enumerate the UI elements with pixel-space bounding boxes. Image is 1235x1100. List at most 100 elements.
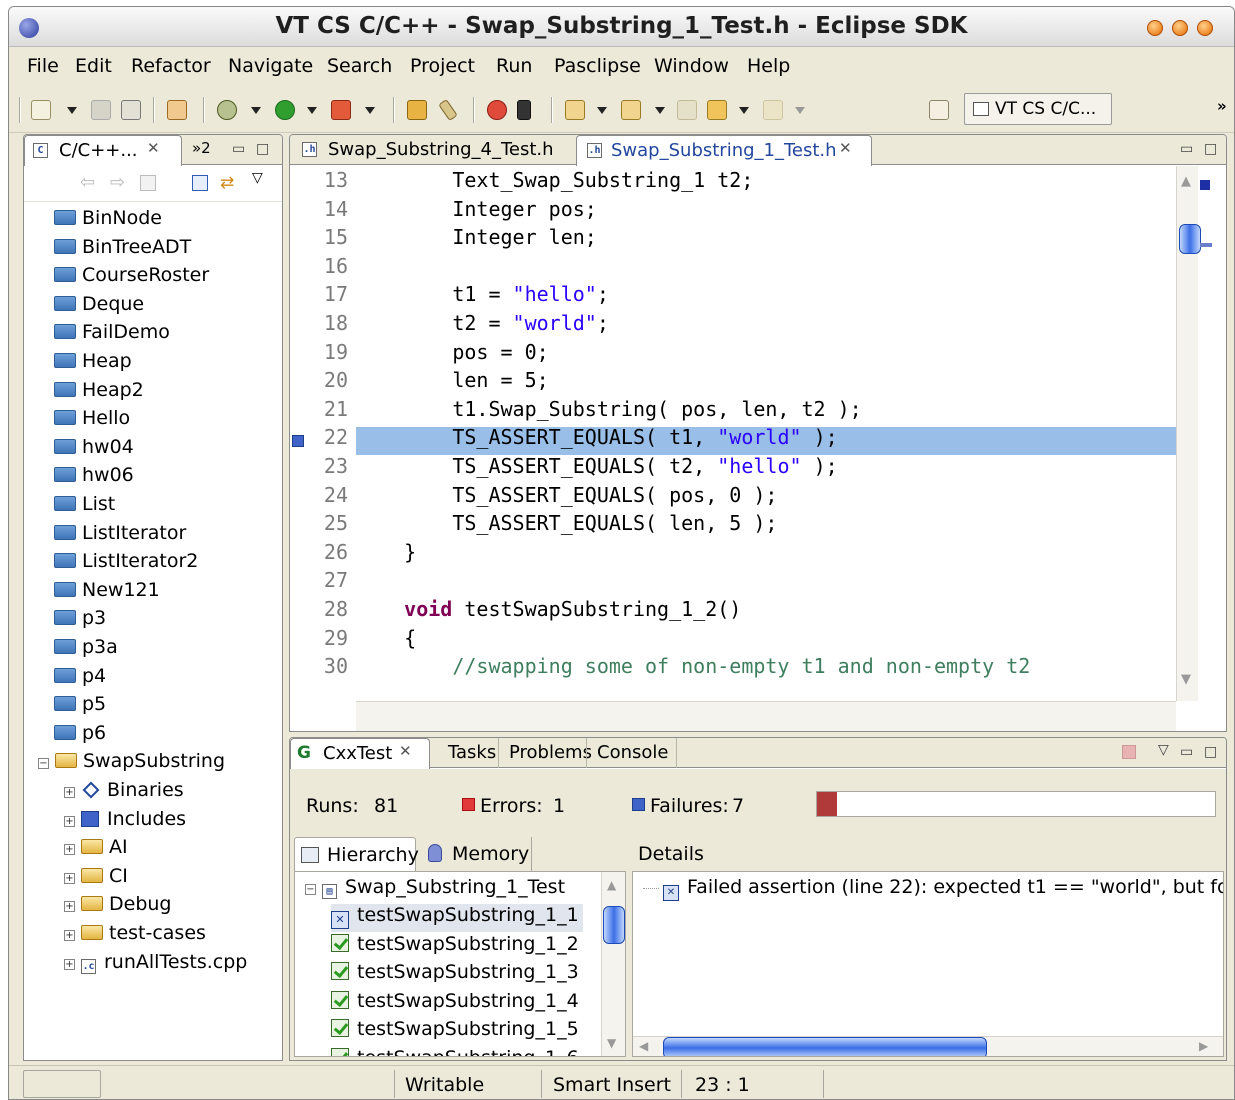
code-line[interactable]: t2 = "world"; — [356, 311, 609, 335]
code-line[interactable]: } — [356, 540, 416, 564]
code-line[interactable]: pos = 0; — [356, 340, 548, 364]
maximize-view-icon[interactable]: □ — [1204, 141, 1217, 157]
previous-annotation-icon[interactable] — [621, 100, 641, 120]
tree-item-project[interactable]: Hello — [54, 407, 130, 435]
tree-item-project[interactable]: Heap — [54, 350, 132, 378]
menu-navigate[interactable]: Navigate — [228, 55, 313, 77]
tree-item-child[interactable]: + .c runAllTests.cpp — [64, 951, 247, 979]
tree-item-project[interactable]: CourseRoster — [54, 264, 209, 292]
code-line[interactable]: Text_Swap_Substring_1 t2; — [356, 168, 753, 192]
tree-item-project[interactable]: hw06 — [54, 464, 134, 492]
test-row[interactable]: testSwapSubstring_1_4 — [331, 990, 579, 1018]
menu-help[interactable]: Help — [747, 55, 790, 77]
scroll-up-arrow-icon[interactable]: ▲ — [607, 878, 616, 892]
tree-item-open-project[interactable]: − SwapSubstring — [38, 750, 225, 778]
expand-icon[interactable]: + — [64, 958, 75, 970]
tree-item-project[interactable]: ListIterator2 — [54, 550, 198, 578]
run-dropdown-icon[interactable] — [307, 107, 317, 114]
tree-item-child[interactable]: + Includes — [64, 808, 186, 836]
collapse-all-icon[interactable] — [192, 175, 208, 191]
collapse-icon[interactable]: − — [38, 758, 49, 770]
expand-icon[interactable]: + — [64, 930, 75, 941]
tab-tasks[interactable]: Tasks — [438, 738, 504, 768]
details-scroll-thumb[interactable] — [663, 1037, 987, 1056]
menu-file[interactable]: File — [27, 55, 59, 77]
back-dropdown-icon[interactable] — [739, 107, 749, 114]
tab-swap-substring-4-test[interactable]: .h Swap_Substring_4_Test.h — [294, 135, 570, 165]
editor-horizontal-scrollbar[interactable] — [356, 701, 1176, 731]
last-edit-icon[interactable] — [677, 100, 697, 120]
tree-item-project[interactable]: p3a — [54, 636, 118, 664]
hierarchy-scroll-thumb[interactable] — [603, 906, 625, 944]
code-line[interactable]: Integer len; — [356, 225, 597, 249]
link-editor-icon[interactable]: ⇄ — [220, 173, 234, 193]
expand-icon[interactable]: + — [64, 844, 75, 856]
new-dropdown-icon[interactable] — [67, 107, 77, 114]
expand-icon[interactable]: + — [64, 872, 75, 884]
view-overflow-label[interactable]: »2 — [192, 139, 211, 157]
tree-item-project[interactable]: p6 — [54, 722, 106, 750]
detail-row[interactable]: ✕ Failed assertion (line 22): expected t1… — [643, 876, 1223, 904]
overview-ruler-marker[interactable] — [1200, 180, 1210, 190]
scroll-left-arrow-icon[interactable]: ◀ — [639, 1039, 648, 1053]
minimize-button[interactable] — [1147, 20, 1163, 36]
open-perspective-icon[interactable] — [929, 100, 949, 120]
menu-project[interactable]: Project — [410, 55, 475, 77]
tab-hierarchy[interactable]: Hierarchy — [294, 837, 419, 871]
next-annotation-dropdown-icon[interactable] — [597, 107, 607, 114]
code-line[interactable]: TS_ASSERT_EQUALS( t1, "world" ); — [356, 425, 837, 449]
stop-icon[interactable] — [1122, 745, 1136, 759]
menu-window[interactable]: Window — [654, 55, 729, 77]
new-icon[interactable] — [31, 100, 51, 120]
close-button[interactable] — [1197, 20, 1213, 36]
code-line[interactable]: TS_ASSERT_EQUALS( len, 5 ); — [356, 511, 777, 535]
scroll-down-arrow-icon[interactable]: ▼ — [1181, 672, 1191, 687]
print-icon[interactable] — [121, 100, 141, 120]
scroll-up-arrow-icon[interactable]: ▲ — [1181, 174, 1191, 189]
view-menu-chevron-down-icon[interactable]: ▽ — [1158, 742, 1169, 758]
menu-run[interactable]: Run — [496, 55, 532, 77]
menu-search[interactable]: Search — [327, 55, 392, 77]
maximize-button[interactable] — [1172, 20, 1188, 36]
menu-pasclipse[interactable]: Pasclipse — [554, 55, 641, 77]
running-man-icon[interactable] — [517, 100, 531, 120]
back-arrow-icon[interactable]: ⇦ — [80, 172, 95, 193]
test-row[interactable]: testSwapSubstring_1_5 — [331, 1018, 579, 1046]
tab-cxxtest[interactable]: G CxxTest ✕ — [290, 738, 430, 769]
cxxtest-run-icon[interactable] — [487, 100, 507, 120]
tab-console[interactable]: Console — [586, 738, 678, 768]
tree-item-project[interactable]: New121 — [54, 579, 160, 607]
test-row[interactable]: testSwapSubstring_1_3 — [331, 961, 579, 989]
forward-arrow-icon[interactable]: ⇨ — [110, 172, 125, 193]
external-tools-icon[interactable] — [331, 100, 351, 120]
external-tools-dropdown-icon[interactable] — [365, 107, 375, 114]
close-icon[interactable]: ✕ — [839, 139, 852, 157]
code-line[interactable]: { — [356, 626, 416, 650]
run-icon[interactable] — [275, 100, 295, 120]
tree-item-child[interactable]: + Binaries — [64, 779, 184, 807]
perspective-switcher[interactable]: VT CS C/C... — [964, 93, 1112, 125]
overview-ruler-marker[interactable] — [1200, 243, 1212, 247]
expand-icon[interactable]: + — [64, 787, 75, 798]
close-icon[interactable]: ✕ — [147, 139, 160, 157]
home-icon[interactable] — [140, 175, 156, 191]
close-icon[interactable]: ✕ — [399, 742, 412, 760]
toolbar-overflow-icon[interactable]: » — [1217, 97, 1227, 115]
menu-edit[interactable]: Edit — [75, 55, 112, 77]
save-icon[interactable] — [91, 100, 111, 120]
back-icon[interactable] — [707, 100, 727, 120]
editor-vertical-scrollbar[interactable]: ▲ ▼ — [1176, 166, 1201, 701]
maximize-view-icon[interactable]: □ — [1204, 744, 1217, 760]
editor-scroll-thumb[interactable] — [1179, 224, 1201, 254]
code-line[interactable]: //swapping some of non-empty t1 and non-… — [356, 654, 1030, 678]
tree-item-project[interactable]: FailDemo — [54, 321, 170, 349]
tab-memory[interactable]: Memory — [420, 837, 532, 871]
failure-marker-icon[interactable] — [292, 435, 304, 448]
tree-item-child[interactable]: + test-cases — [64, 922, 206, 950]
scroll-down-arrow-icon[interactable]: ▼ — [607, 1036, 616, 1050]
debug-dropdown-icon[interactable] — [251, 107, 261, 114]
expand-icon[interactable]: + — [64, 901, 75, 913]
minimize-view-icon[interactable]: ▭ — [232, 141, 245, 157]
debug-icon[interactable] — [217, 100, 237, 120]
tree-item-child[interactable]: + AI — [64, 836, 128, 864]
